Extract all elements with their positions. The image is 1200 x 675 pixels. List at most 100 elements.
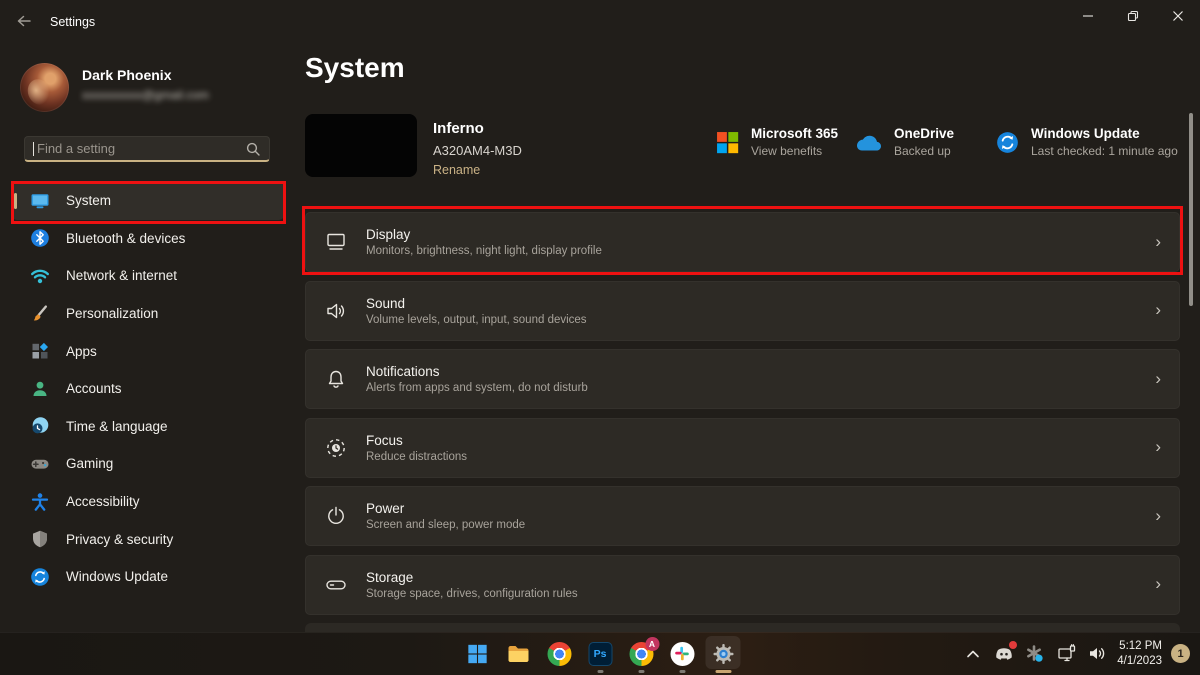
row-title: Sound (366, 296, 587, 311)
settings-list: Display Monitors, brightness, night light… (305, 212, 1180, 623)
active-running-indicator (715, 670, 731, 673)
sidebar-item-label: Network & internet (66, 268, 177, 283)
sidebar-item-accessibility[interactable]: Accessibility (12, 483, 284, 521)
sidebar-item-privacy-security[interactable]: Privacy & security (12, 520, 284, 558)
focus-icon (324, 436, 348, 460)
window-title: Settings (50, 15, 95, 29)
card-subtitle: Backed up (894, 144, 954, 158)
chevron-right-icon: › (1155, 233, 1161, 252)
photoshop-button[interactable]: Ps (580, 632, 621, 675)
notification-dot (1009, 641, 1017, 649)
row-subtitle: Storage space, drives, configuration rul… (366, 588, 578, 600)
running-indicator (597, 670, 603, 673)
brush-icon (30, 304, 50, 324)
sidebar-item-label: Windows Update (66, 569, 168, 584)
discord-tray-icon[interactable] (993, 643, 1015, 665)
onedrive-card[interactable]: OneDrive Backed up (854, 126, 954, 158)
sidebar-item-label: Gaming (66, 456, 113, 471)
wifi-icon (30, 266, 50, 286)
notification-count-badge[interactable]: 1 (1171, 644, 1190, 663)
settings-row-partial[interactable] (305, 623, 1180, 632)
sidebar-item-personalization[interactable]: Personalization (12, 295, 284, 333)
sidebar-item-accounts[interactable]: Accounts (12, 370, 284, 408)
sidebar-item-system[interactable]: System (12, 182, 284, 220)
settings-app-button[interactable] (703, 632, 744, 675)
settings-row-storage[interactable]: Storage Storage space, drives, configurat… (305, 555, 1180, 615)
row-subtitle: Monitors, brightness, night light, displ… (366, 245, 602, 257)
rename-link[interactable]: Rename (433, 163, 480, 177)
device-image (305, 114, 417, 177)
taskbar-clock[interactable]: 5:12 PM 4/1/2023 (1117, 639, 1162, 669)
power-icon (324, 504, 348, 528)
start-button[interactable] (457, 632, 498, 675)
bluetooth-icon (30, 228, 50, 248)
settings-row-power[interactable]: PowerScreen and sleep, power mode › (305, 486, 1180, 546)
row-title: Display (366, 227, 602, 242)
sidebar-item-label: Accessibility (66, 494, 140, 509)
app-pinwheel-tray-icon[interactable] (1024, 643, 1046, 665)
sidebar-item-gaming[interactable]: Gaming (12, 445, 284, 483)
network-tray-icon[interactable] (1055, 643, 1077, 665)
chrome-button[interactable] (539, 632, 580, 675)
back-button[interactable] (10, 9, 38, 33)
microsoft-logo-icon (716, 131, 739, 154)
restore-icon (1127, 10, 1139, 22)
avatar[interactable] (20, 63, 69, 112)
hidden-icons-button[interactable] (962, 643, 984, 665)
card-title: Microsoft 365 (751, 126, 838, 141)
display-icon (324, 230, 348, 254)
search-input[interactable]: Find a setting (24, 136, 270, 162)
close-button[interactable] (1155, 0, 1200, 32)
settings-row-sound[interactable]: SoundVolume levels, output, input, sound… (305, 281, 1180, 341)
minimize-button[interactable] (1065, 0, 1110, 32)
sidebar-item-windows-update[interactable]: Windows Update (12, 558, 284, 596)
volume-tray-icon[interactable] (1086, 643, 1108, 665)
restore-button[interactable] (1110, 0, 1155, 32)
taskbar-center: Ps A (457, 632, 744, 675)
card-subtitle: View benefits (751, 144, 838, 158)
sidebar-item-label: System (66, 193, 111, 208)
sidebar-item-label: Time & language (66, 419, 168, 434)
row-title: Notifications (366, 364, 588, 379)
sidebar-item-time-language[interactable]: Time & language (12, 408, 284, 446)
back-arrow-icon (15, 12, 33, 30)
settings-row-notifications[interactable]: NotificationsAlerts from apps and system… (305, 349, 1180, 409)
card-subtitle: Last checked: 1 minute ago (1031, 144, 1178, 158)
file-explorer-button[interactable] (498, 632, 539, 675)
gamepad-icon (30, 454, 50, 474)
onedrive-icon (854, 133, 882, 152)
chrome-badged-icon: A (629, 642, 653, 666)
clock-date: 4/1/2023 (1117, 654, 1162, 669)
row-title: Focus (366, 433, 467, 448)
settings-row-display[interactable]: Display Monitors, brightness, night light… (305, 212, 1180, 272)
row-subtitle: Reduce distractions (366, 451, 467, 463)
sidebar-item-label: Apps (66, 344, 97, 359)
clock-time: 5:12 PM (1117, 639, 1162, 654)
search-placeholder: Find a setting (37, 141, 245, 156)
profile-name: Dark Phoenix (82, 67, 171, 83)
photoshop-icon: Ps (588, 642, 612, 666)
scrollbar[interactable] (1189, 113, 1193, 306)
apps-icon (30, 341, 50, 361)
close-icon (1172, 10, 1184, 22)
windows-update-card[interactable]: Windows UpdateLast checked: 1 minute ago (996, 126, 1178, 158)
microsoft365-card[interactable]: Microsoft 365 View benefits (716, 126, 838, 158)
settings-row-focus[interactable]: FocusReduce distractions › (305, 418, 1180, 478)
storage-icon (324, 573, 348, 597)
accounts-icon (30, 379, 50, 399)
profile-email: xxxxxxxxxx@gmail.com (82, 88, 209, 102)
chrome-icon (547, 642, 571, 666)
row-subtitle: Screen and sleep, power mode (366, 519, 525, 531)
minimize-icon (1082, 10, 1094, 22)
sidebar-item-apps[interactable]: Apps (12, 332, 284, 370)
sidebar-item-bluetooth-devices[interactable]: Bluetooth & devices (12, 220, 284, 258)
card-title: OneDrive (894, 126, 954, 141)
slack-button[interactable] (662, 632, 703, 675)
windows-update-icon (30, 567, 50, 587)
windows-update-icon (996, 131, 1019, 154)
row-title: Storage (366, 570, 578, 585)
chrome-profile-button[interactable]: A (621, 632, 662, 675)
chevron-right-icon: › (1155, 370, 1161, 389)
sidebar-item-network-internet[interactable]: Network & internet (12, 257, 284, 295)
device-model: A320AM4-M3D (433, 143, 522, 158)
